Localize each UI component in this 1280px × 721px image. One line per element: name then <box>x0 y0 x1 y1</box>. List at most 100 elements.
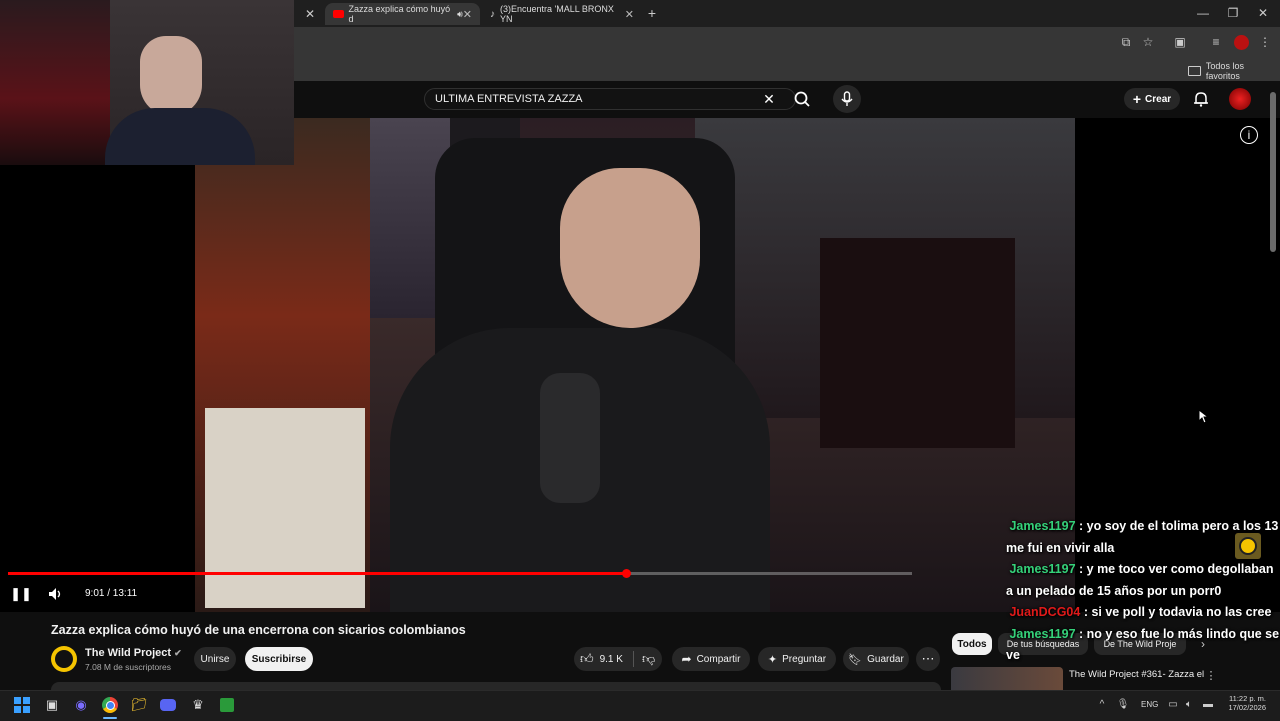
new-tab-button[interactable]: + <box>643 5 661 21</box>
language-indicator[interactable]: ENG <box>1141 700 1158 709</box>
active-app-indicator <box>103 717 117 719</box>
video-scene-slipknot-poster <box>820 238 1015 448</box>
clock-date: 17/02/2026 <box>1228 703 1266 712</box>
tab-youtube[interactable]: Zazza explica cómo huyó d 🔊︎ ✕ <box>325 3 480 25</box>
file-explorer-icon[interactable]: 📁︎ <box>129 695 149 715</box>
close-window-icon[interactable]: ✕ <box>1256 5 1270 21</box>
speaker-icon[interactable]: 🔈︎ <box>1183 697 1195 711</box>
media-controls-icon[interactable]: ≡ <box>1208 34 1224 50</box>
webcam-bg-left <box>0 0 110 165</box>
folder-icon <box>1188 66 1201 76</box>
chat-username: James1197 <box>1009 519 1076 533</box>
chip-all[interactable]: Todos <box>952 633 992 655</box>
discord-icon[interactable] <box>158 695 178 715</box>
chat-message: James1197 : y me toco ver como degollaba… <box>1006 562 1274 598</box>
chrome-logo-center <box>105 700 115 710</box>
like-icon[interactable]: 👍︎ <box>580 651 594 667</box>
time-display: 9:01 / 13:11 <box>85 588 138 599</box>
save-label: Guardar <box>867 653 904 665</box>
join-button[interactable]: Unirse <box>194 647 236 671</box>
tab-title: (3)Encuentra 'MALL BRONX YN <box>500 4 614 24</box>
progress-scrubber[interactable] <box>622 569 631 578</box>
video-title: Zazza explica cómo huyó de una encerrona… <box>51 623 466 637</box>
like-divider <box>632 651 634 667</box>
tiktok-icon: ♪ <box>490 8 495 20</box>
mouse-cursor-icon <box>1198 409 1208 424</box>
close-tab-icon[interactable]: ✕ <box>625 8 634 21</box>
recommendation-thumbnail[interactable] <box>951 667 1063 690</box>
notifications-button[interactable] <box>1192 90 1210 108</box>
channel-name[interactable]: The Wild Project ✔ <box>85 647 182 659</box>
voice-search-button[interactable] <box>833 85 861 113</box>
minimize-icon[interactable]: — <box>1196 5 1210 21</box>
progress-played <box>8 572 626 575</box>
clear-search-icon[interactable]: ✕ <box>760 90 778 108</box>
windows-icon <box>14 697 30 713</box>
chat-overlay: James1197 : yo soy de el tolima pero a l… <box>1006 516 1280 667</box>
share-button[interactable]: ➦ Compartir <box>672 647 750 671</box>
youtube-icon <box>333 10 344 18</box>
video-scene-face <box>560 168 700 328</box>
volume-icon <box>49 588 61 600</box>
chat-username: James1197 <box>1009 626 1076 641</box>
search-button[interactable] <box>790 88 814 110</box>
description-box[interactable] <box>51 682 941 690</box>
verified-icon: ✔ <box>174 648 182 658</box>
bell-icon <box>1194 92 1208 107</box>
close-tab-icon[interactable]: ✕ <box>300 6 320 22</box>
account-avatar[interactable] <box>1229 88 1251 110</box>
save-button[interactable]: 🔖︎ Guardar <box>843 647 909 671</box>
chat-message: James1197 : yo soy de el tolima pero a l… <box>1006 519 1279 555</box>
more-menu-icon[interactable]: ⋮ <box>1258 34 1272 50</box>
clock[interactable]: 11:22 p. m. 17/02/2026 <box>1226 694 1266 712</box>
chat-message: James1197 : no y eso fue lo más lindo qu… <box>1006 626 1280 663</box>
info-icon[interactable]: i <box>1240 126 1258 144</box>
microphone-icon <box>841 91 853 106</box>
video-scene-sign <box>205 408 365 608</box>
chat-username: JuanDCG04 <box>1009 605 1081 619</box>
close-tab-icon[interactable]: ✕ <box>463 8 472 21</box>
app-icon[interactable]: ♛ <box>188 695 208 715</box>
like-count[interactable]: 9.1 K <box>600 654 623 665</box>
bookmark-star-icon[interactable]: ☆ <box>1140 34 1156 50</box>
task-view-icon[interactable]: ▣ <box>42 695 62 715</box>
search-input[interactable]: ULTIMA ENTREVISTA ZAZZA <box>424 88 796 110</box>
create-button[interactable]: + Crear <box>1124 88 1180 110</box>
network-icon[interactable]: ▭ <box>1167 697 1179 711</box>
start-button[interactable] <box>12 695 32 715</box>
microphone-tray-icon[interactable]: 🎙︎ <box>1117 697 1130 711</box>
bookmark-icon: 🔖︎ <box>848 653 863 666</box>
app-icon[interactable]: ◉ <box>71 695 91 715</box>
page-scrollbar[interactable] <box>1270 92 1276 252</box>
mute-button[interactable] <box>46 585 64 603</box>
all-bookmarks-folder[interactable]: Todos los favoritos <box>1188 61 1280 81</box>
app-icon[interactable] <box>217 695 237 715</box>
channel-avatar[interactable] <box>51 646 77 672</box>
chrome-icon[interactable] <box>100 695 120 715</box>
dislike-icon[interactable]: 👎︎ <box>642 651 655 667</box>
channel-name-text: The Wild Project <box>85 647 172 659</box>
plus-icon: + <box>1132 91 1142 107</box>
recommendation-title[interactable]: The Wild Project #361- Zazza el <box>1069 669 1204 680</box>
battery-icon[interactable]: ▬ <box>1201 697 1215 711</box>
webcam-body <box>105 108 255 165</box>
more-actions-button[interactable]: ⋯ <box>916 647 940 671</box>
tray-chevron-icon[interactable]: ^ <box>1096 697 1108 711</box>
webcam-overlay <box>0 0 294 165</box>
tab-tiktok[interactable]: ♪ (3)Encuentra 'MALL BRONX YN ✕ <box>482 3 642 25</box>
create-label: Crear <box>1145 93 1172 105</box>
subscriber-count: 7.08 M de suscriptores <box>85 662 171 672</box>
share-icon: ➦ <box>681 652 692 666</box>
pause-button[interactable]: ❚❚ <box>10 586 32 602</box>
extensions-icon[interactable]: ▣ <box>1172 34 1188 50</box>
subscribe-button[interactable]: Suscribirse <box>245 647 313 671</box>
chat-username: James1197 <box>1009 562 1076 576</box>
video-player[interactable] <box>195 118 1075 612</box>
chat-message: JuanDCG04 : si ve poll y todavia no las … <box>1009 605 1272 619</box>
profile-avatar[interactable] <box>1234 35 1249 50</box>
restore-icon[interactable]: ❐ <box>1226 5 1240 21</box>
tab-title: Zazza explica cómo huyó d <box>348 4 451 24</box>
recommendation-menu-icon[interactable]: ⋮ <box>1206 669 1217 682</box>
ask-button[interactable]: ✦ Preguntar <box>758 647 836 671</box>
cast-icon[interactable]: ⧉ <box>1118 34 1134 50</box>
